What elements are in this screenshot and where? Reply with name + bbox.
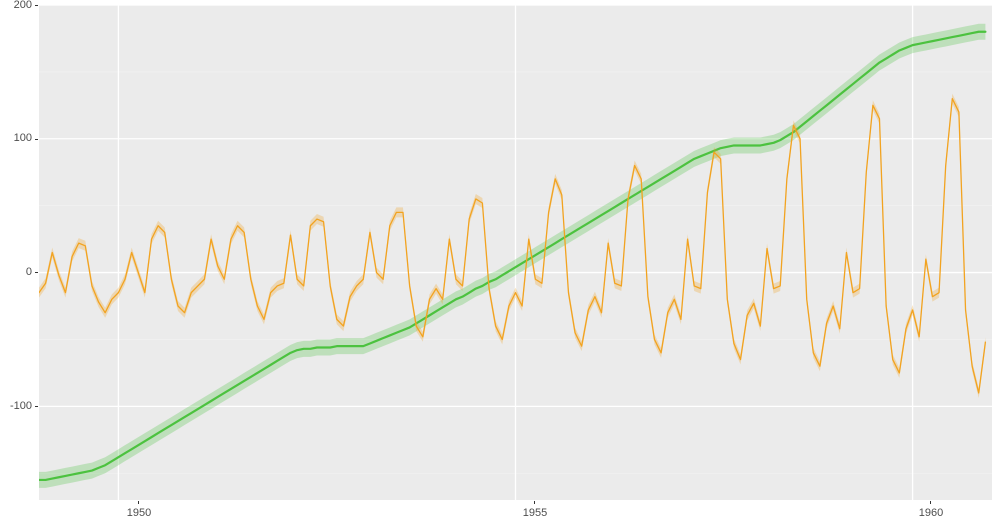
series-line-seasonal (39, 99, 985, 393)
y-tick-mark (35, 406, 38, 407)
x-tick-label: 1955 (523, 507, 547, 519)
x-tick-mark (534, 501, 535, 504)
plot-svg (39, 5, 992, 500)
x-tick-label: 1950 (127, 507, 151, 519)
x-tick-mark (138, 501, 139, 504)
plot-area (39, 5, 992, 500)
y-tick-mark (35, 5, 38, 6)
x-tick-label: 1960 (919, 507, 943, 519)
x-tick-mark (930, 501, 931, 504)
chart-container: 200 100 0 -100 1950 1955 1960 (0, 0, 1000, 527)
y-tick-mark (35, 139, 38, 140)
y-tick-label: -100 (2, 400, 32, 412)
y-tick-label: 0 (2, 266, 32, 278)
y-tick-label: 100 (2, 132, 32, 144)
y-tick-label: 200 (2, 0, 32, 11)
y-tick-mark (35, 272, 38, 273)
